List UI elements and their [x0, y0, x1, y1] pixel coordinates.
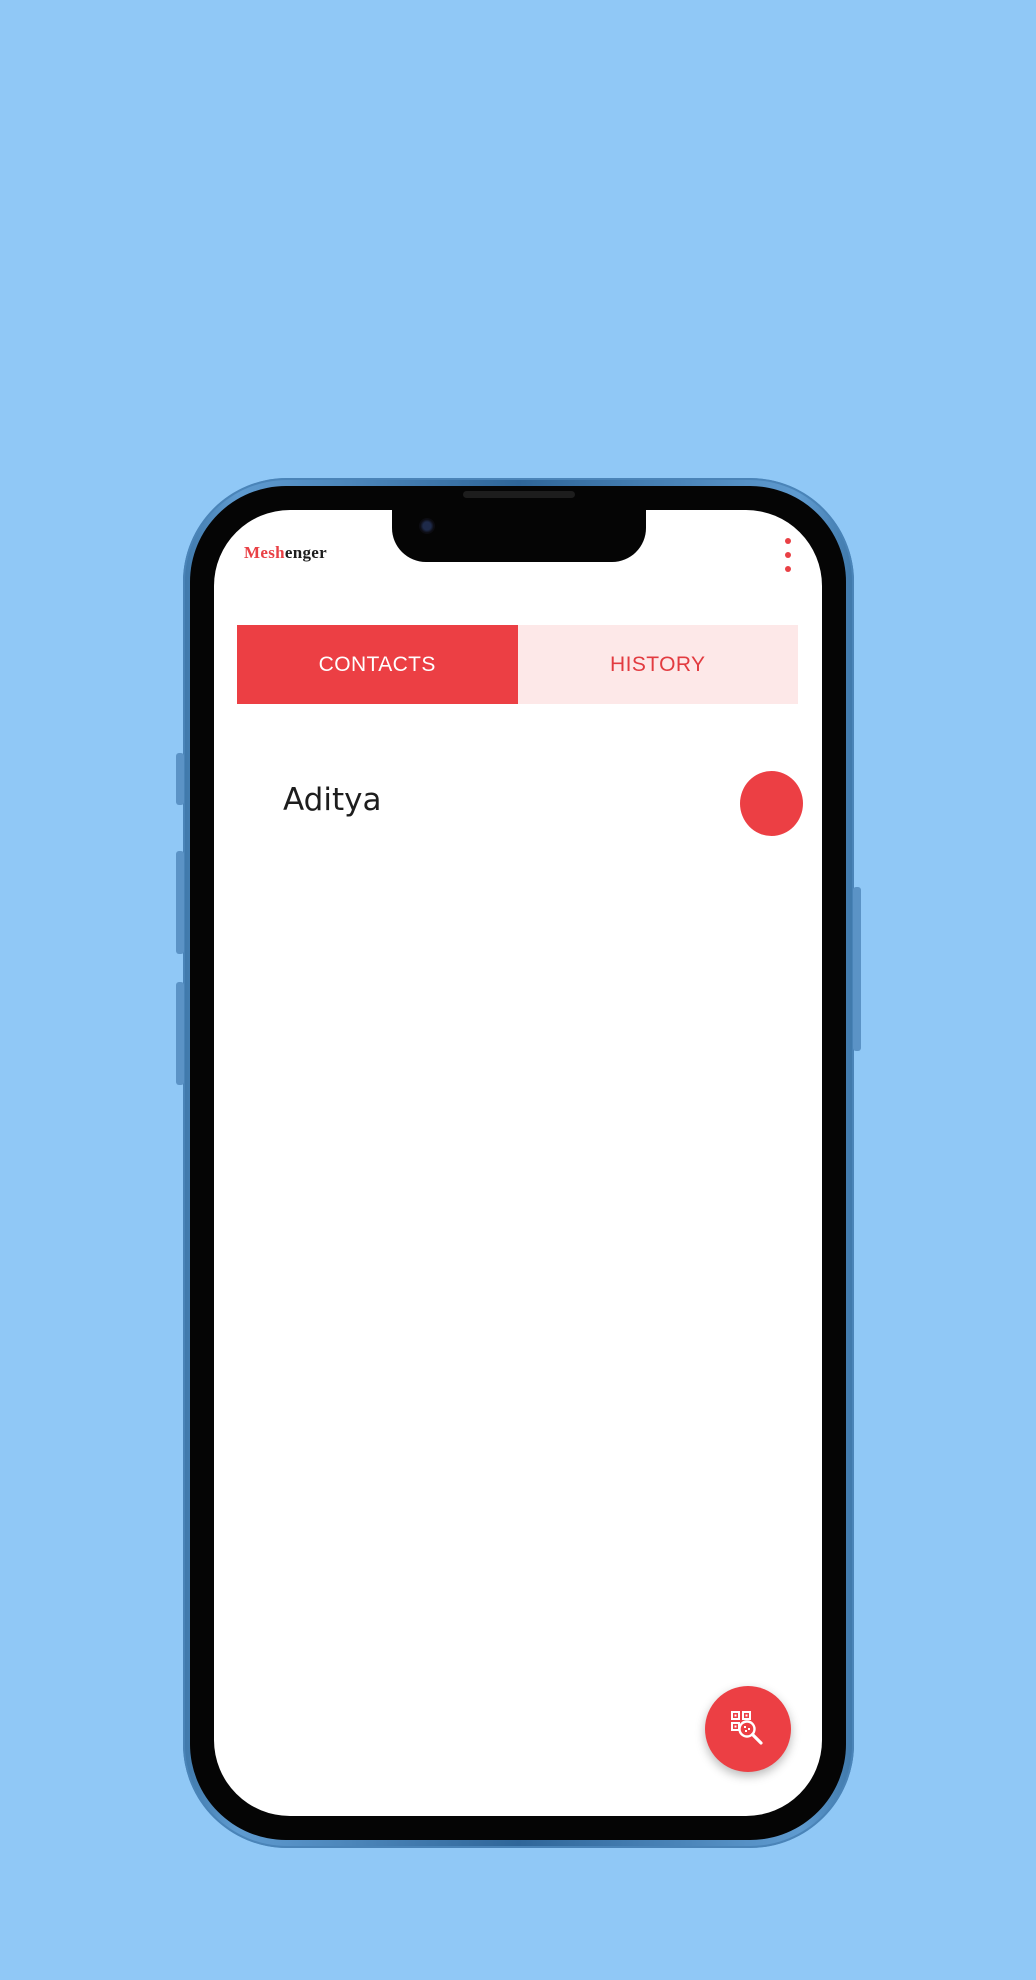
volume-down-button [176, 982, 184, 1085]
front-camera [419, 518, 435, 534]
power-button [853, 887, 861, 1051]
app-logo-suffix: enger [284, 543, 327, 562]
menu-dot [785, 552, 791, 558]
scan-qr-fab[interactable] [705, 1686, 791, 1772]
tab-history[interactable]: HISTORY [517, 625, 798, 704]
tab-bar: CONTACTS HISTORY [237, 625, 798, 704]
contact-name: Aditya [283, 782, 382, 818]
mute-switch [176, 753, 184, 805]
tab-contacts[interactable]: CONTACTS [237, 625, 518, 704]
qr-search-icon [731, 1711, 763, 1745]
more-vert-icon[interactable] [780, 538, 796, 572]
app-logo: Meshenger [244, 543, 327, 563]
app-screen [214, 510, 822, 1816]
contact-list-item[interactable]: Aditya [237, 760, 803, 846]
menu-dot [785, 538, 791, 544]
menu-dot [785, 566, 791, 572]
app-logo-prefix: Mesh [244, 543, 285, 562]
earpiece-speaker [463, 491, 575, 498]
contact-status-indicator [740, 771, 803, 836]
volume-up-button [176, 851, 184, 954]
